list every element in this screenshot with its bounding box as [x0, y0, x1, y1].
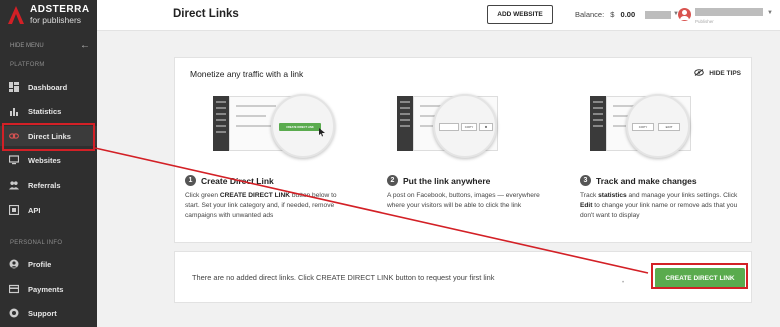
hide-tips-button[interactable]: HIDE TIPS [694, 69, 741, 78]
illustration-copy-label: COPY [461, 123, 477, 131]
step-number: 1 [185, 175, 196, 186]
page-title: Direct Links [173, 8, 239, 20]
highlight-box-direct-links [2, 123, 95, 151]
step-2-illustration: COPY ✱ [387, 88, 537, 172]
section-label-personal: PERSONAL INFO [10, 240, 63, 246]
sidebar-item-profile[interactable]: Profile [0, 254, 97, 274]
statistics-icon [9, 106, 19, 116]
hide-tips-label: HIDE TIPS [709, 70, 741, 77]
step-3-illustration: COPY EDIT [580, 88, 730, 172]
tips-card: Monetize any traffic with a link HIDE TI… [174, 57, 752, 243]
sidebar-item-label: Profile [28, 259, 52, 269]
monitor-icon [9, 155, 19, 165]
sidebar-item-label: Dashboard [28, 82, 68, 92]
step-title: Create Direct Link [201, 175, 274, 186]
divider-dot: • [622, 280, 625, 286]
arrow-left-icon: ← [80, 40, 90, 51]
step-number: 3 [580, 175, 591, 186]
cursor-icon [319, 128, 325, 137]
sidebar-item-label: Statistics [28, 106, 62, 116]
step-number: 2 [387, 175, 398, 186]
adsterra-logo-icon [8, 6, 24, 24]
sidebar-item-dashboard[interactable]: Dashboard [0, 77, 97, 97]
profile-icon [9, 259, 19, 269]
sidebar-item-api[interactable]: API [0, 200, 97, 220]
illustration-edit-label: EDIT [658, 123, 680, 131]
step-description: Track statistics and manage your links s… [580, 192, 738, 219]
sidebar-item-label: API [28, 205, 41, 215]
hide-menu-label: HIDE MENU [10, 42, 44, 49]
illustration-copy-label-2: COPY [632, 123, 654, 131]
hide-menu-toggle[interactable]: HIDE MENU ← [10, 40, 90, 51]
sidebar-item-statistics[interactable]: Statistics [0, 101, 97, 121]
referrals-icon [9, 180, 19, 190]
balance: Balance: $ 0.00 [575, 10, 635, 19]
sidebar-item-label: Websites [28, 155, 61, 165]
eye-off-icon [694, 69, 705, 78]
brand-name: ADSTERRA [30, 4, 90, 15]
tip-step-3: COPY EDIT 3 Track and make changes Track… [580, 88, 740, 221]
section-label-platform: PLATFORM [10, 62, 45, 68]
add-website-button[interactable]: ADD WEBSITE [487, 5, 553, 24]
step-title: Track and make changes [596, 175, 697, 186]
logo[interactable]: ADSTERRA for publishers [8, 5, 90, 25]
payments-icon [9, 284, 19, 294]
sidebar-item-websites[interactable]: Websites [0, 150, 97, 170]
tip-step-1: CREATE DIRECT LINK 1 Create Direct Link … [185, 88, 345, 221]
chevron-down-icon[interactable]: ▼ [767, 10, 773, 16]
step-1-illustration: CREATE DIRECT LINK [185, 88, 335, 172]
illustration-create-label: CREATE DIRECT LINK [279, 123, 321, 131]
tip-step-2: COPY ✱ 2 Put the link anywhere A post on… [387, 88, 547, 211]
api-icon [9, 205, 19, 215]
empty-state-text: There are no added direct links. Click C… [192, 273, 495, 282]
redacted-balance-selector[interactable] [645, 11, 671, 19]
avatar[interactable] [678, 8, 691, 21]
tips-title: Monetize any traffic with a link [190, 69, 304, 79]
highlight-box-create-button [651, 263, 748, 289]
sidebar-item-label: Support [28, 308, 57, 318]
sidebar-item-support[interactable]: Support [0, 303, 97, 323]
sidebar-item-referrals[interactable]: Referrals [0, 175, 97, 195]
dashboard-icon [9, 82, 19, 92]
brand-sub: for publishers [30, 15, 82, 25]
sidebar-item-label: Payments [28, 284, 64, 294]
sidebar: ADSTERRA for publishers HIDE MENU ← PLAT… [0, 0, 97, 327]
top-header: Direct Links ADD WEBSITE Balance: $ 0.00… [97, 0, 780, 31]
step-description: Click green CREATE DIRECT LINK button be… [185, 192, 337, 219]
balance-label: Balance: [575, 10, 605, 19]
balance-value: 0.00 [620, 10, 636, 19]
redacted-username [695, 8, 763, 16]
balance-currency: $ [610, 10, 615, 19]
support-icon [9, 308, 19, 318]
sidebar-item-payments[interactable]: Payments [0, 279, 97, 299]
sidebar-item-label: Referrals [28, 180, 61, 190]
step-description: A post on Facebook, buttons, images — ev… [387, 192, 540, 209]
user-role: Publisher [695, 19, 714, 24]
step-title: Put the link anywhere [403, 175, 491, 186]
